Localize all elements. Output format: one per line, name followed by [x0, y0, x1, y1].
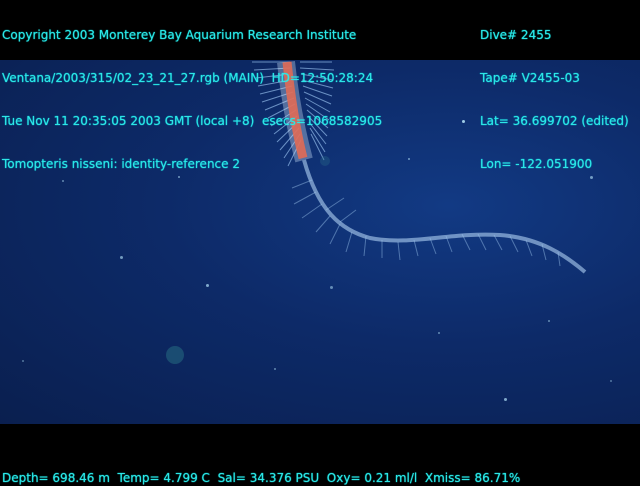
telemetry-overlay: Depth= 698.46 m Temp= 4.799 C Sal= 34.37… [2, 471, 521, 485]
marine-snow [120, 256, 123, 259]
marine-snow [462, 120, 465, 123]
file-timecode-line: Ventana/2003/315/02_23_21_27.rgb (MAIN) … [2, 71, 374, 85]
marine-snow [504, 398, 507, 401]
header-right-overlay: Dive# 2455 Tape# V2455-03 Lat= 36.699702… [480, 0, 629, 200]
datetime-line: Tue Nov 11 20:35:05 2003 GMT (local +8) … [2, 114, 383, 128]
dive-number: Dive# 2455 [480, 28, 552, 42]
marine-snow [22, 360, 24, 362]
marine-snow [438, 332, 440, 334]
marine-snow [206, 284, 209, 287]
longitude: Lon= -122.051900 [480, 157, 593, 171]
copyright-line: Copyright 2003 Monterey Bay Aquarium Res… [2, 28, 357, 42]
marine-snow-blob [166, 346, 184, 364]
marine-snow [330, 286, 333, 289]
marine-snow [548, 320, 550, 322]
header-left-overlay: Copyright 2003 Monterey Bay Aquarium Res… [2, 0, 382, 200]
tape-number: Tape# V2455-03 [480, 71, 580, 85]
marine-snow [408, 158, 410, 160]
latitude: Lat= 36.699702 (edited) [480, 114, 629, 128]
species-line: Tomopteris nisseni: identity-reference 2 [2, 157, 240, 171]
video-frame: Copyright 2003 Monterey Bay Aquarium Res… [0, 0, 640, 486]
marine-snow [610, 380, 612, 382]
marine-snow [274, 368, 276, 370]
